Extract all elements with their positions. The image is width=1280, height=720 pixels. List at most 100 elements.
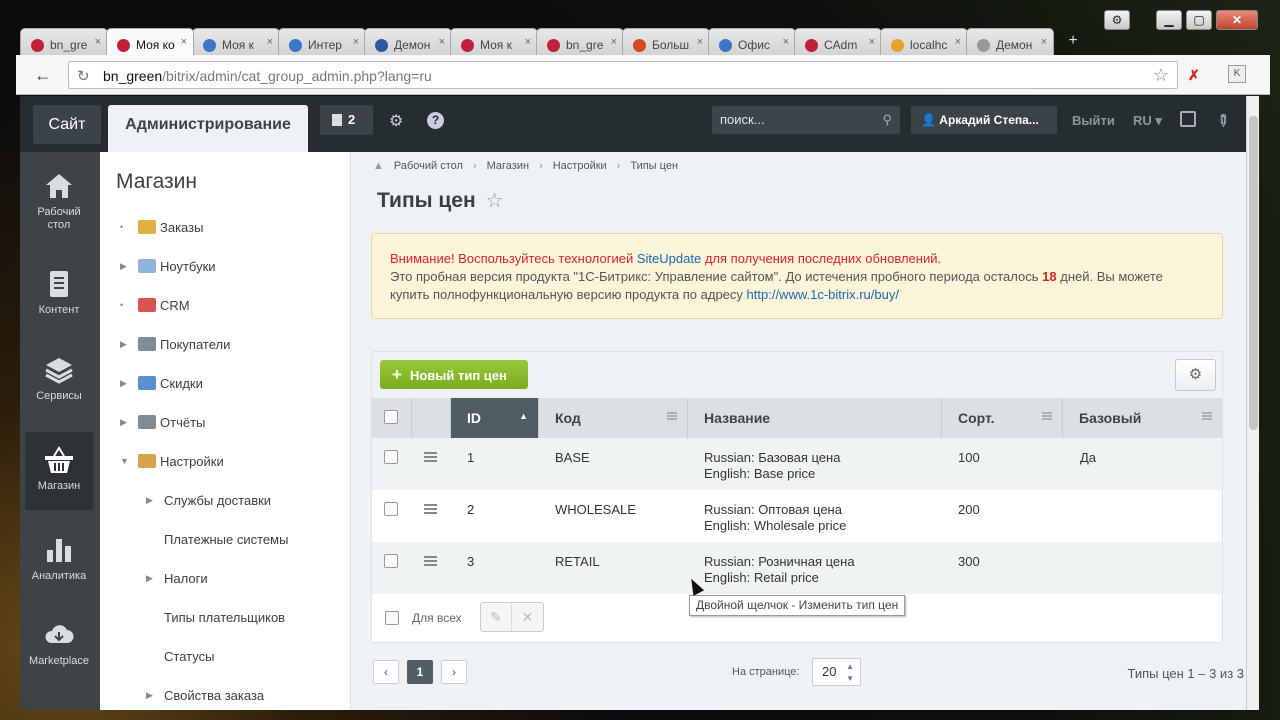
submenu-item[interactable]: Статусы — [146, 646, 214, 666]
column-header-name[interactable]: Название — [688, 398, 942, 438]
row-menu-icon[interactable] — [424, 452, 437, 462]
rail-item[interactable]: Сервисы — [25, 342, 93, 420]
edit-pencil-icon[interactable]: ✎ — [481, 603, 513, 631]
gear-icon[interactable]: ⚙ — [389, 111, 403, 131]
menu-item[interactable]: ▼ Настройки — [120, 451, 224, 471]
extension-k-icon[interactable]: K — [1228, 65, 1246, 83]
menu-item[interactable]: ▶ Отчёты — [120, 412, 205, 432]
panel-toggle-icon[interactable] — [1180, 111, 1196, 127]
close-tab-icon[interactable]: × — [181, 36, 187, 48]
admin-search-input[interactable]: поиск... ⚲ — [712, 106, 900, 134]
delete-x-icon[interactable]: ✕ — [512, 603, 543, 631]
reload-icon[interactable]: ↻ — [77, 67, 90, 85]
browser-tab[interactable]: bn_gre × — [536, 28, 624, 55]
browser-tab[interactable]: Моя ко × — [106, 28, 194, 55]
expand-arrow-icon[interactable]: ▶ — [120, 339, 138, 350]
per-page-select[interactable]: 20 ▲ ▼ — [812, 658, 861, 686]
submenu-item[interactable]: Платежные системы — [146, 529, 288, 549]
rail-item[interactable]: Магазин — [25, 432, 93, 510]
expand-arrow-icon[interactable]: ▶ — [120, 378, 138, 389]
breadcrumb-home-icon[interactable]: ▲ — [373, 160, 384, 172]
close-tab-icon[interactable]: × — [697, 36, 703, 48]
scrollbar-thumb[interactable] — [1249, 116, 1258, 430]
submenu-item[interactable]: Типы плательщиков — [146, 607, 285, 627]
browser-tab[interactable]: Моя к × — [192, 28, 280, 55]
close-tab-icon[interactable]: × — [955, 36, 961, 48]
pin-icon[interactable]: ✎ — [1211, 109, 1235, 133]
breadcrumb-link[interactable]: Рабочий стол — [394, 160, 463, 172]
expand-arrow-icon[interactable]: ▶ — [146, 573, 164, 584]
close-tab-icon[interactable]: × — [869, 36, 875, 48]
expand-arrow-icon[interactable]: • — [120, 300, 138, 310]
menu-item[interactable]: • Заказы — [120, 217, 203, 237]
browser-tab[interactable]: bn_gre × — [20, 28, 108, 55]
browser-tab[interactable]: localhc × — [880, 28, 968, 55]
rail-item[interactable]: Рабочий стол — [25, 158, 93, 236]
row-checkbox[interactable] — [384, 554, 398, 568]
language-select[interactable]: RU ▾ — [1133, 113, 1162, 129]
rail-item[interactable]: Аналитика — [25, 522, 93, 600]
expand-arrow-icon[interactable]: ▼ — [120, 456, 138, 466]
menu-item[interactable]: ▶ Покупатели — [120, 334, 230, 354]
new-price-type-button[interactable]: + Новый тип цен — [380, 360, 528, 389]
row-menu-icon[interactable] — [424, 556, 437, 566]
browser-tab[interactable]: Моя к × — [450, 28, 538, 55]
url-text[interactable]: bn_green/bitrix/admin/cat_group_admin.ph… — [103, 68, 432, 84]
browser-tab[interactable]: Офис × — [708, 28, 796, 55]
search-icon[interactable]: ⚲ — [882, 106, 892, 134]
grid-settings-button[interactable]: ⚙ — [1175, 359, 1216, 391]
rail-item[interactable]: Marketplace — [25, 607, 93, 685]
page-scrollbar[interactable] — [1246, 96, 1259, 710]
submenu-item[interactable]: ▶ Службы доставки — [146, 490, 271, 510]
close-tab-icon[interactable]: × — [611, 36, 617, 48]
prev-page-button[interactable]: ‹ — [373, 660, 399, 684]
expand-arrow-icon[interactable]: ▶ — [120, 261, 138, 272]
next-page-button[interactable]: › — [441, 660, 467, 684]
submenu-item[interactable]: ▶ Свойства заказа — [146, 685, 264, 705]
breadcrumb-link[interactable]: Магазин — [487, 160, 529, 172]
rail-item[interactable]: Контент — [25, 256, 93, 334]
row-menu-icon[interactable] — [424, 504, 437, 514]
column-header-id[interactable]: ID ▲ — [451, 398, 539, 438]
drag-handle-icon[interactable] — [1042, 412, 1052, 420]
favorite-star-icon[interactable]: ☆ — [486, 190, 504, 212]
column-header-sort[interactable]: Сорт. — [942, 398, 1063, 438]
close-window-button[interactable]: ✕ — [1216, 10, 1258, 30]
page-number-button[interactable]: 1 — [407, 660, 433, 684]
minimize-button[interactable]: ▁ — [1156, 10, 1182, 30]
for-all-checkbox[interactable] — [385, 611, 399, 625]
browser-settings-icon[interactable]: ⚙ — [1104, 10, 1130, 30]
table-row[interactable]: 3 RETAIL Russian: Розничная цена English: R… — [372, 542, 1222, 594]
close-tab-icon[interactable]: × — [525, 36, 531, 48]
expand-arrow-icon[interactable]: ▶ — [146, 495, 164, 506]
browser-tab[interactable]: Демон × — [364, 28, 452, 55]
menu-item[interactable]: • CRM — [120, 295, 190, 315]
table-row[interactable]: 2 WHOLESALE Russian: Оптовая цена English: … — [372, 490, 1222, 542]
close-tab-icon[interactable]: × — [783, 36, 789, 48]
close-tab-icon[interactable]: × — [1041, 36, 1047, 48]
bookmark-star-icon[interactable]: ☆ — [1153, 65, 1169, 86]
help-icon[interactable]: ? — [427, 112, 444, 129]
breadcrumb-link[interactable]: Типы цен — [630, 160, 678, 172]
new-tab-button[interactable]: + — [1060, 32, 1086, 52]
row-checkbox[interactable] — [384, 502, 398, 516]
maximize-button[interactable]: ▢ — [1186, 10, 1212, 30]
select-all-checkbox[interactable] — [384, 410, 398, 424]
close-tab-icon[interactable]: × — [267, 36, 273, 48]
url-field[interactable]: ↻ bn_green/bitrix/admin/cat_group_admin.… — [68, 61, 1178, 89]
user-menu-button[interactable]: 👤 Аркадий Степа... — [911, 106, 1057, 134]
siteupdate-link[interactable]: SiteUpdate — [637, 251, 701, 266]
menu-item[interactable]: ▶ Скидки — [120, 373, 203, 393]
submenu-item[interactable]: ▶ Налоги — [146, 568, 208, 588]
close-tab-icon[interactable]: × — [439, 36, 445, 48]
expand-arrow-icon[interactable]: ▶ — [120, 417, 138, 428]
drag-handle-icon[interactable] — [667, 412, 677, 420]
site-button[interactable]: Сайт — [33, 105, 101, 144]
logout-link[interactable]: Выйти — [1072, 113, 1115, 128]
admin-tab[interactable]: Администрирование — [108, 105, 308, 152]
expand-arrow-icon[interactable]: ▶ — [146, 690, 164, 701]
column-header-base[interactable]: Базовый — [1063, 398, 1222, 438]
browser-tab[interactable]: CAdm × — [794, 28, 882, 55]
buy-link[interactable]: http://www.1c-bitrix.ru/buy/ — [747, 287, 899, 302]
close-tab-icon[interactable]: × — [353, 36, 359, 48]
